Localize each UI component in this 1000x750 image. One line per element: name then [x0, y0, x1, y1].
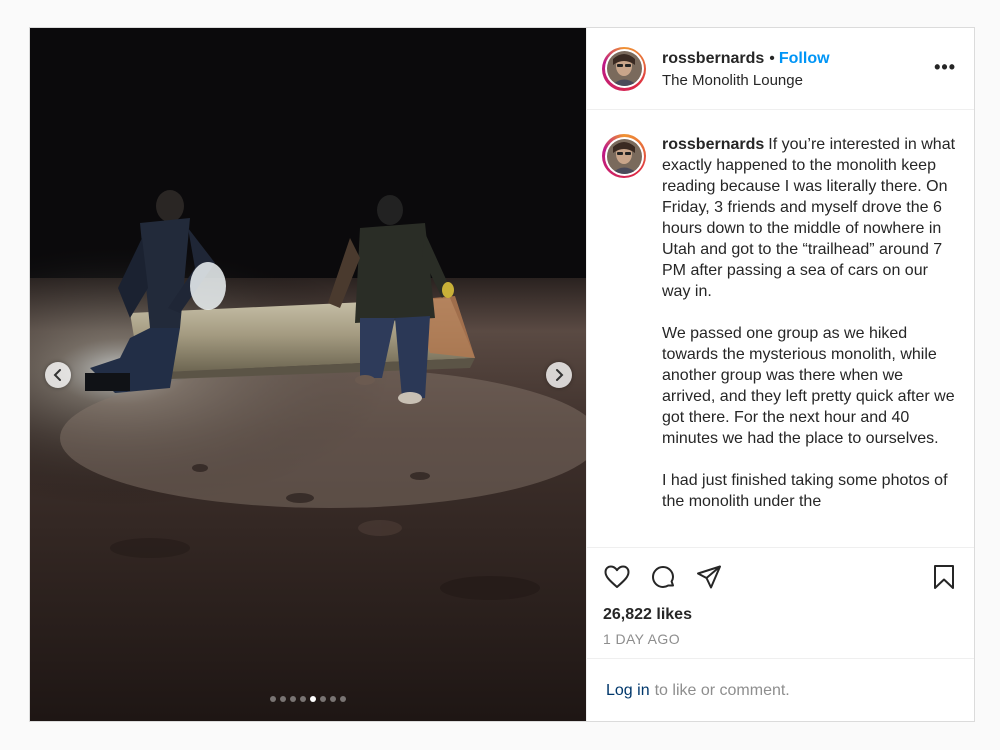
- location-link[interactable]: The Monolith Lounge: [662, 71, 830, 91]
- carousel-dot: [290, 696, 296, 702]
- login-link[interactable]: Log in: [606, 682, 650, 700]
- chevron-right-icon: [556, 369, 564, 381]
- likes-count[interactable]: 26,822 likes: [603, 604, 958, 626]
- caption: rossbernards If you’re interested in what…: [587, 110, 974, 533]
- heart-icon: [604, 565, 630, 588]
- post-timestamp[interactable]: 1 DAY AGO: [603, 630, 958, 648]
- comment-icon: [652, 566, 674, 588]
- caption-username-link[interactable]: rossbernards: [662, 136, 764, 153]
- post-actions: 26,822 likes 1 DAY AGO: [587, 547, 974, 648]
- post-media-carousel[interactable]: [30, 28, 586, 721]
- paper-plane-icon: [697, 565, 721, 589]
- username-link[interactable]: rossbernards: [662, 50, 764, 67]
- caption-paragraph: rossbernards If you’re interested in what…: [662, 134, 958, 302]
- comments-section[interactable]: rossbernards If you’re interested in what…: [587, 110, 974, 547]
- avatar-image: [606, 51, 642, 86]
- carousel-indicator: [30, 696, 586, 702]
- caption-paragraph-text: If you’re interested in what exactly hap…: [662, 136, 956, 300]
- header-text: rossbernards • Follow The Monolith Lounge: [662, 49, 830, 91]
- follow-button[interactable]: Follow: [779, 50, 830, 67]
- carousel-dot: [330, 696, 336, 702]
- carousel-dot: [340, 696, 346, 702]
- post-photo: [30, 28, 586, 721]
- save-button[interactable]: [930, 563, 958, 591]
- carousel-dot: [300, 696, 306, 702]
- caption-text: rossbernards If you’re interested in what…: [662, 134, 958, 533]
- carousel-prev-button[interactable]: [45, 362, 71, 388]
- bookmark-icon: [934, 565, 954, 589]
- post-side-panel: rossbernards • Follow The Monolith Lounge …: [586, 28, 974, 721]
- action-icons-row: [603, 548, 958, 604]
- login-prompt: Log in to like or comment.: [587, 658, 974, 722]
- login-prompt-text: to like or comment.: [654, 681, 790, 699]
- like-button[interactable]: [603, 563, 631, 591]
- caption-avatar[interactable]: [602, 134, 646, 178]
- share-button[interactable]: [695, 563, 723, 591]
- avatar-image: [606, 138, 642, 174]
- carousel-dot: [270, 696, 276, 702]
- avatar[interactable]: [602, 46, 646, 91]
- carousel-dot: [280, 696, 286, 702]
- separator-dot: •: [769, 49, 775, 67]
- carousel-next-button[interactable]: [546, 362, 572, 388]
- carousel-dot-active: [310, 696, 316, 702]
- more-options-icon[interactable]: •••: [934, 58, 956, 76]
- chevron-left-icon: [53, 369, 61, 381]
- post-header: rossbernards • Follow The Monolith Lounge …: [587, 28, 974, 110]
- caption-paragraph: I had just finished taking some photos o…: [662, 472, 948, 510]
- carousel-dot: [320, 696, 326, 702]
- instagram-post: rossbernards • Follow The Monolith Lounge …: [29, 27, 975, 722]
- caption-paragraph: We passed one group as we hiked towards …: [662, 325, 955, 447]
- comment-button[interactable]: [649, 563, 677, 591]
